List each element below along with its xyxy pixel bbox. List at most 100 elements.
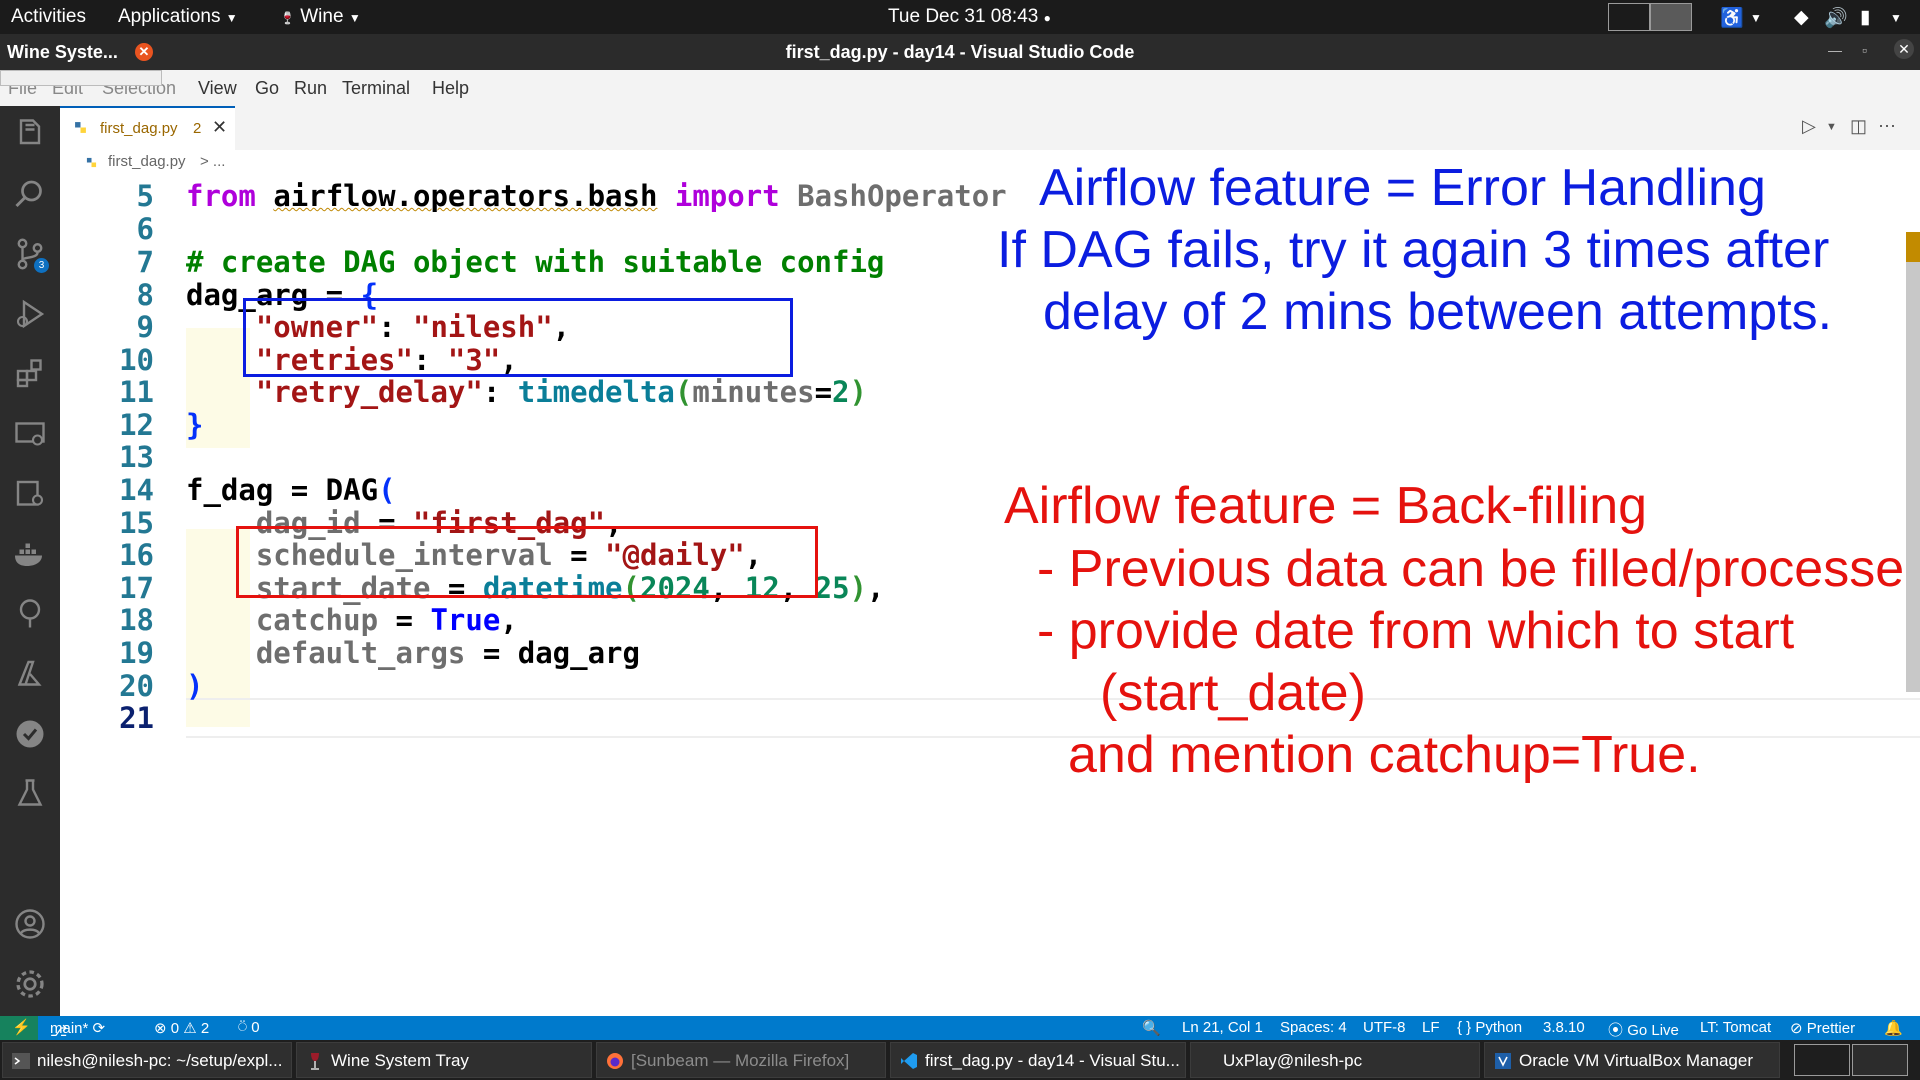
close-window-icon[interactable]: ✕	[1894, 39, 1914, 59]
scrollbar-marker	[1906, 232, 1920, 262]
remote-indicator[interactable]: ⚡	[0, 1016, 38, 1040]
chevron-down-icon[interactable]: ▼	[1750, 11, 1762, 25]
broadcast-icon: ⍥	[238, 1019, 248, 1036]
more-actions-icon[interactable]: ⋯	[1878, 116, 1896, 137]
encoding[interactable]: UTF-8	[1363, 1019, 1406, 1036]
menu-view[interactable]: View	[198, 78, 237, 99]
wine-menu[interactable]: 🍷 Wine ▼	[280, 6, 361, 28]
firefox-icon	[607, 1053, 623, 1069]
taskbar-terminal[interactable]: nilesh@nilesh-pc: ~/setup/expl...	[2, 1042, 292, 1078]
maximize-icon[interactable]: ▫	[1862, 42, 1867, 58]
azure-icon[interactable]	[12, 656, 48, 692]
open-paren: (	[674, 375, 693, 409]
menu-go[interactable]: Go	[255, 78, 279, 99]
prettier-icon: ⊘	[1790, 1020, 1803, 1037]
chevron-down-icon[interactable]: ▼	[1826, 121, 1837, 133]
status-bar: ⚡ ⎇ main* ⟳ ⊗ 0 ⚠ 2 ⍥ 0 🔍 Ln 21, Col 1 S…	[0, 1016, 1920, 1040]
sync-icon: ⟳	[92, 1020, 106, 1037]
prettier-indicator[interactable]: ⊘ Prettier	[1790, 1019, 1855, 1037]
backfill-config-highlight-box	[236, 526, 818, 598]
vscode-icon	[901, 1053, 917, 1069]
close-icon[interactable]: ✕	[212, 117, 227, 138]
wine-window-title: Wine Syste...	[7, 42, 118, 62]
close-icon[interactable]: ✕	[135, 43, 153, 61]
taskbar-label: Wine System Tray	[331, 1051, 469, 1070]
system-menu-chevron-icon[interactable]: ▼	[1890, 11, 1902, 25]
zoom-icon[interactable]: 🔍	[1142, 1019, 1161, 1037]
wine-tray-strip	[0, 70, 162, 86]
check-circle-icon[interactable]	[12, 716, 48, 752]
python-interpreter[interactable]: 3.8.10	[1543, 1019, 1585, 1036]
cursor-position[interactable]: Ln 21, Col 1	[1182, 1019, 1263, 1036]
annotation-error-handling-line2: If DAG fails, try it again 3 times after	[997, 221, 1830, 279]
wifi-icon: ◆	[1794, 7, 1809, 28]
search-icon[interactable]	[12, 176, 48, 212]
branch-indicator[interactable]: ⎇ main* ⟳	[50, 1019, 106, 1040]
tomcat-indicator[interactable]: LT: Tomcat	[1700, 1019, 1771, 1036]
constant-true: True	[430, 603, 501, 637]
language-mode[interactable]: { } Python	[1457, 1019, 1522, 1036]
indentation[interactable]: Spaces: 4	[1280, 1019, 1347, 1036]
activities-button[interactable]: Activities	[11, 6, 86, 28]
gnome-top-bar: Activities Applications ▼ 🍷 Wine ▼ Tue D…	[0, 0, 1920, 34]
wine-system-tray-window[interactable]: Wine Syste... ✕	[0, 34, 162, 70]
workspace-switcher-2[interactable]	[1852, 1044, 1908, 1076]
settings-gear-icon[interactable]	[12, 966, 48, 1002]
workspace-2[interactable]	[1650, 3, 1692, 31]
extensions-icon[interactable]	[12, 356, 48, 392]
explorer-icon[interactable]	[12, 116, 48, 152]
remote-explorer-icon[interactable]	[12, 416, 48, 452]
taskbar-wine[interactable]: Wine System Tray	[296, 1042, 592, 1078]
problems-indicator[interactable]: ⊗ 0 ⚠ 2	[154, 1019, 209, 1037]
code-line-12: }	[186, 408, 204, 442]
account-icon[interactable]	[12, 906, 48, 942]
breadcrumb-more[interactable]: > ...	[200, 153, 225, 170]
notifications-bell-icon[interactable]: 🔔	[1884, 1019, 1903, 1037]
battery-icon: ▮	[1860, 7, 1871, 28]
menu-help[interactable]: Help	[432, 78, 469, 99]
applications-menu[interactable]: Applications ▼	[118, 6, 238, 28]
chevron-down-icon: ▼	[348, 11, 361, 25]
docker-icon[interactable]	[12, 536, 48, 572]
close-paren: )	[849, 571, 867, 605]
equals: =	[465, 636, 518, 670]
menu-terminal[interactable]: Terminal	[342, 78, 410, 99]
annotation-error-handling-title: Airflow feature = Error Handling	[1039, 159, 1766, 217]
number-2: 2	[832, 375, 850, 409]
run-python-icon[interactable]: ▷	[1802, 116, 1816, 137]
taskbar-virtualbox[interactable]: Oracle VM VirtualBox Manager	[1484, 1042, 1780, 1078]
tree-view-icon[interactable]	[12, 596, 48, 632]
testing-icon[interactable]	[12, 476, 48, 512]
workspace-switcher-1[interactable]	[1794, 1044, 1850, 1076]
annotation-error-handling-line3: delay of 2 mins between attempts.	[1043, 283, 1833, 341]
run-debug-icon[interactable]	[12, 296, 48, 332]
end-of-line[interactable]: LF	[1422, 1019, 1440, 1036]
minimize-icon[interactable]: —	[1828, 42, 1842, 58]
open-paren: (	[378, 473, 396, 507]
close-paren: )	[849, 375, 867, 409]
editor-scrollbar[interactable]	[1906, 232, 1920, 692]
source-control-badge: 3	[34, 258, 49, 273]
breadcrumb-file[interactable]: first_dag.py	[108, 153, 186, 170]
editor-tabs: first_dag.py 2 ✕ ▷ ▼ ◫ ⋯	[60, 106, 1920, 150]
menu-run[interactable]: Run	[294, 78, 327, 99]
flask-icon[interactable]	[12, 776, 48, 812]
taskbar-uxplay[interactable]: UxPlay@nilesh-pc	[1190, 1042, 1480, 1078]
clock[interactable]: Tue Dec 31 08:43 ●	[888, 6, 1051, 28]
code-editor[interactable]: 5 6 7 8 9 10 11 12 13 14 15 16 17 18 19 20 21 from airfl…	[60, 159, 1920, 1016]
taskbar-vscode[interactable]: first_dag.py - day14 - Visual Stu...	[890, 1042, 1186, 1078]
broadcast-icon: ⦿	[1608, 1022, 1624, 1039]
annotation-backfill-line4: (start_date)	[1100, 664, 1366, 722]
workspace-1[interactable]	[1608, 3, 1650, 31]
go-live-button[interactable]: ⦿ Go Live	[1608, 1019, 1679, 1040]
tab-problem-count: 2	[193, 120, 202, 137]
taskbar-firefox[interactable]: [Sunbeam — Mozilla Firefox]	[596, 1042, 886, 1078]
terminal-icon	[12, 1053, 30, 1069]
tab-first-dag[interactable]: first_dag.py 2 ✕	[60, 106, 235, 150]
split-editor-icon[interactable]: ◫	[1850, 116, 1867, 137]
accessibility-icon[interactable]: ♿	[1720, 6, 1744, 30]
volume-icon: 🔊	[1824, 8, 1848, 29]
param-catchup: catchup	[255, 603, 379, 637]
keyword-from: from	[186, 179, 256, 213]
ports-indicator[interactable]: ⍥ 0	[238, 1019, 260, 1036]
